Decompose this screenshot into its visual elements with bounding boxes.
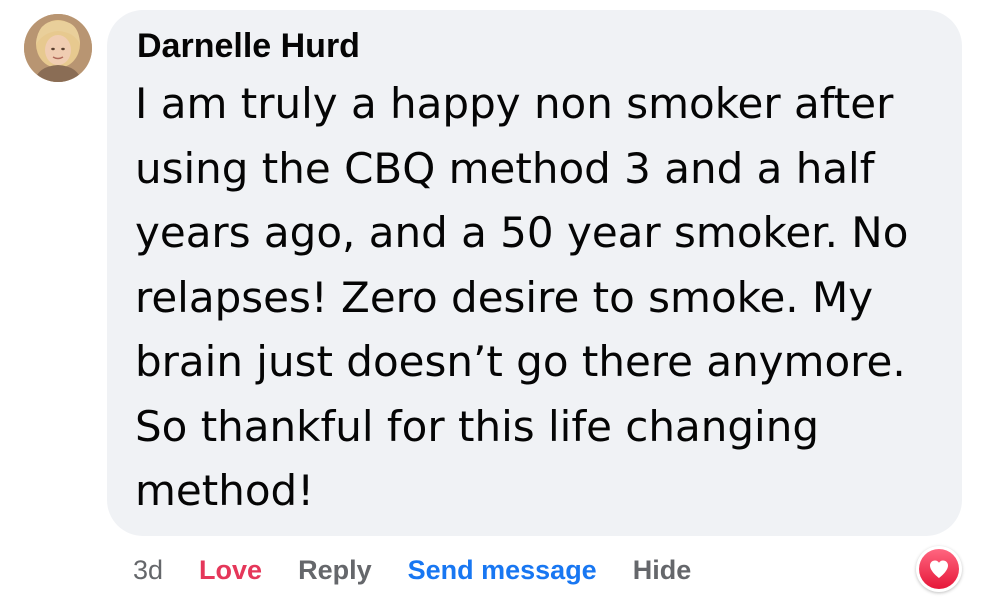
comment-author-name[interactable]: Darnelle Hurd bbox=[137, 24, 360, 68]
comment-text-line: relapses! Zero desire to smoke. My bbox=[135, 272, 874, 322]
comment-text-line: brain just doesn’t go there anymore. bbox=[135, 337, 906, 386]
love-button[interactable]: Love bbox=[199, 555, 262, 586]
comment-text-line: using the CBQ method 3 and a half bbox=[135, 143, 875, 193]
avatar[interactable] bbox=[24, 14, 92, 82]
comment-container: Darnelle Hurd I am truly a happy non smo… bbox=[0, 0, 1000, 598]
comment-text-line: years ago, and a 50 year smoker. No bbox=[135, 208, 909, 257]
heart-icon bbox=[930, 560, 948, 578]
comment-text-line: I am truly a happy non smoker after bbox=[135, 79, 894, 128]
comment-text-line: method! bbox=[135, 466, 315, 515]
love-reaction bbox=[919, 549, 959, 589]
reaction-count-badge[interactable] bbox=[916, 546, 962, 592]
hide-button[interactable]: Hide bbox=[633, 555, 692, 586]
send-message-button[interactable]: Send message bbox=[408, 555, 597, 586]
comment-actions: 3d Love Reply Send message Hide bbox=[133, 548, 691, 592]
comment-timestamp[interactable]: 3d bbox=[133, 555, 163, 586]
comment-text-line: So thankful for this life changing bbox=[135, 401, 819, 451]
reply-button[interactable]: Reply bbox=[298, 555, 372, 586]
avatar-image bbox=[24, 14, 92, 82]
comment-text: I am truly a happy non smoker after usin… bbox=[135, 72, 950, 524]
